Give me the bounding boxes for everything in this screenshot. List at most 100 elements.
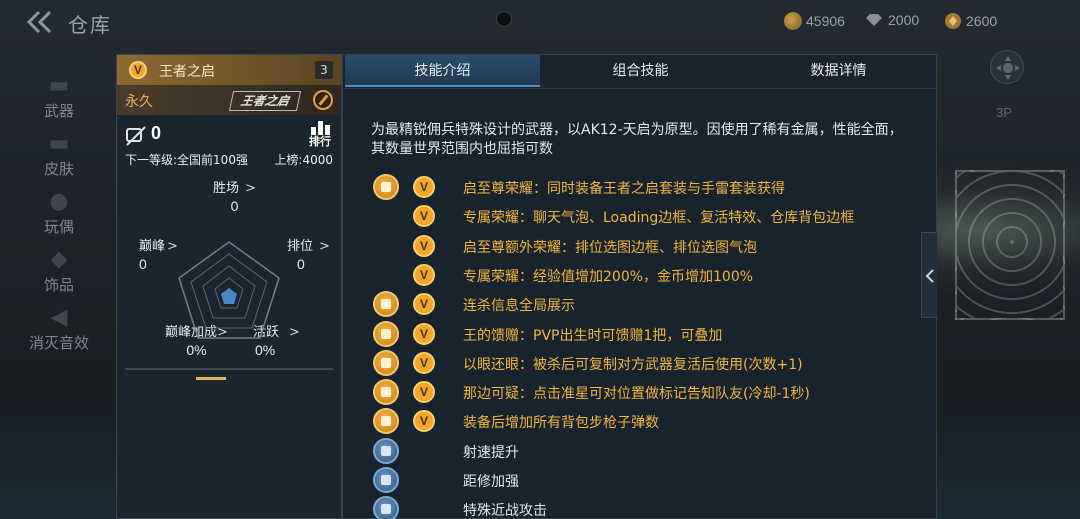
stat-value: 0%: [255, 342, 276, 358]
skill-row: V 启至尊荣耀：同时装备王者之启套装与手雷套装获得: [373, 174, 933, 200]
weapon-logo: 王者之启: [228, 91, 302, 111]
page-indicator: [196, 377, 226, 380]
gold-coin-icon: [784, 12, 802, 30]
weapon-count: 3: [315, 61, 333, 79]
vip-badge-icon: V: [413, 205, 435, 228]
tab-skill-intro[interactable]: 技能介绍: [345, 55, 540, 87]
skill-text: 专属荣耀：聊天气泡、Loading边框、复活特效、仓库背包边框: [463, 210, 855, 227]
stat-win[interactable]: 胜场 > 0: [213, 177, 256, 214]
back-button[interactable]: [26, 10, 54, 34]
shooting-target: [955, 170, 1065, 320]
nav-item-dolls[interactable]: ● 玩偶: [0, 188, 118, 246]
ornament-icon: ◆: [50, 247, 68, 272]
next-rank-text: 下一等级:全国前100强: [125, 153, 248, 167]
skill-text: 距修加强: [463, 474, 519, 490]
tab-data-details[interactable]: 数据详情: [741, 55, 936, 87]
skill-row: V 以眼还眼：被杀后可复制对方武器复活后使用(次数+1): [373, 349, 933, 376]
vip-badge-icon: V: [413, 176, 435, 198]
chevron-right-icon: >: [289, 325, 300, 340]
double-chevron-left-icon: [26, 10, 52, 34]
compass-icon[interactable]: [313, 90, 333, 110]
tab-bar: 技能介绍 组合技能 数据详情: [343, 55, 936, 89]
bar-chart-icon: [307, 121, 333, 135]
skill-row: V 那边可疑：点击准星可对位置做标记告知队友(冷却-1秒): [373, 379, 933, 406]
leaderboard-label: 排行: [309, 135, 331, 148]
skill-row: V 王的馈赠：PVP出生时可馈赠1把，可叠加: [373, 320, 933, 347]
rifle-icon: ▬: [48, 73, 70, 98]
weapon-card-header: V 王者之启 3: [117, 55, 341, 85]
tab-combo-skills[interactable]: 组合技能: [543, 55, 738, 87]
nav-item-label: 饰品: [43, 276, 74, 294]
gem-value: 2600: [966, 13, 998, 29]
skin-icon: ▬: [48, 131, 70, 156]
doll-icon: ●: [49, 189, 69, 214]
range-icon: [373, 467, 399, 493]
skill-text: 以眼还眼：被杀后可复制对方武器复活后使用(次数+1): [463, 356, 803, 373]
gift-icon: [373, 320, 399, 347]
stat-label: 排位: [287, 239, 314, 254]
radar-value-area: [221, 288, 237, 304]
stat-label: 胜场: [213, 181, 240, 196]
skill-row: V 专属荣耀：经验值增加200%，金币增加100%: [373, 262, 933, 288]
skill-text: 射速提升: [463, 444, 519, 461]
kill-count: 0: [151, 123, 162, 143]
nav-item-label: 玩偶: [43, 218, 74, 236]
radar-chart: [178, 241, 280, 339]
fire-rate-icon: [373, 437, 399, 464]
running-man-icon: [373, 379, 399, 406]
view-mode-label[interactable]: 3P: [996, 105, 1012, 120]
skill-text: 启至尊荣耀：同时装备王者之启套装与手雷套装获得: [463, 181, 785, 197]
weapon-card-subheader: 永久 王者之启: [117, 85, 341, 115]
crown-diamond-icon: [373, 174, 399, 200]
collapse-panel-button[interactable]: [921, 232, 937, 318]
skill-text: 特殊近战攻击: [463, 503, 547, 519]
skill-row: 射速提升: [373, 437, 933, 464]
top-bar: 仓库 45906 2000 2600: [0, 0, 1080, 44]
skill-text: 专属荣耀：经验值增加200%，金币增加100%: [463, 268, 754, 285]
vip-badge-icon: V: [413, 381, 435, 404]
skill-row: V 连杀信息全局展示: [373, 291, 933, 318]
gold-coin-balance: 45906: [784, 12, 845, 30]
vip-badge-icon: V: [413, 351, 435, 374]
card-divider: [125, 368, 333, 370]
skill-row: 距修加强: [373, 467, 933, 493]
stat-value: 0: [139, 256, 147, 272]
gem-balance: 2600: [944, 12, 997, 30]
weapon-duration: 永久: [125, 94, 153, 110]
skill-text: 那边可疑：点击准星可对位置做标记告知队友(冷却-1秒): [463, 386, 810, 403]
weapon-card: V 王者之启 3 永久 王者之启 0 排行 下一等级:全国前100强 上榜:40…: [116, 54, 342, 519]
skill-row: V 启至尊额外荣耀：排位选图边框、排位选图气泡: [373, 233, 933, 259]
leaderboard-text: 上榜:4000: [274, 153, 333, 167]
stat-rank[interactable]: 排位 > 0: [287, 235, 330, 272]
leaderboard-button[interactable]: 排行: [307, 121, 333, 149]
nav-item-weapons[interactable]: ▬ 武器: [0, 72, 118, 130]
view-toggle-button[interactable]: [990, 50, 1024, 84]
gold-coin-value: 45906: [806, 13, 845, 29]
vip-badge-icon: V: [413, 410, 435, 433]
sound-icon: ◀: [50, 305, 68, 330]
skill-text: 王的馈赠：PVP出生时可馈赠1把，可叠加: [463, 327, 723, 344]
melee-icon: [373, 496, 399, 519]
chevron-right-icon: >: [319, 239, 330, 254]
stat-value: 0%: [186, 342, 207, 358]
diamond-balance: 2000: [864, 12, 919, 28]
chevron-right-icon: >: [245, 181, 256, 196]
diamond-value: 2000: [888, 12, 920, 28]
page-title: 仓库: [68, 13, 112, 37]
vip-badge-icon: V: [413, 263, 435, 286]
ammo-icon: [373, 408, 399, 435]
skill-row: V 装备后增加所有背包步枪子弹数: [373, 408, 933, 435]
nav-item-sound-effects[interactable]: ◀ 消灭音效: [0, 304, 118, 362]
skill-row: 特殊近战攻击: [373, 496, 933, 519]
vip-badge-icon: V: [129, 61, 147, 79]
nav-item-ornaments[interactable]: ◆ 饰品: [0, 246, 118, 304]
kill-count-icon: [126, 126, 146, 146]
vip-badge-icon: V: [413, 293, 435, 316]
skill-text: 装备后增加所有背包步枪子弹数: [463, 415, 659, 432]
nav-item-label: 消灭音效: [28, 334, 89, 352]
nav-item-skins[interactable]: ▬ 皮肤: [0, 130, 118, 188]
camera-dot-icon: [496, 11, 512, 27]
skill-text: 连杀信息全局展示: [463, 298, 575, 315]
vip-badge-icon: V: [413, 322, 435, 345]
stat-peak[interactable]: 巅峰 > 0: [139, 235, 178, 272]
